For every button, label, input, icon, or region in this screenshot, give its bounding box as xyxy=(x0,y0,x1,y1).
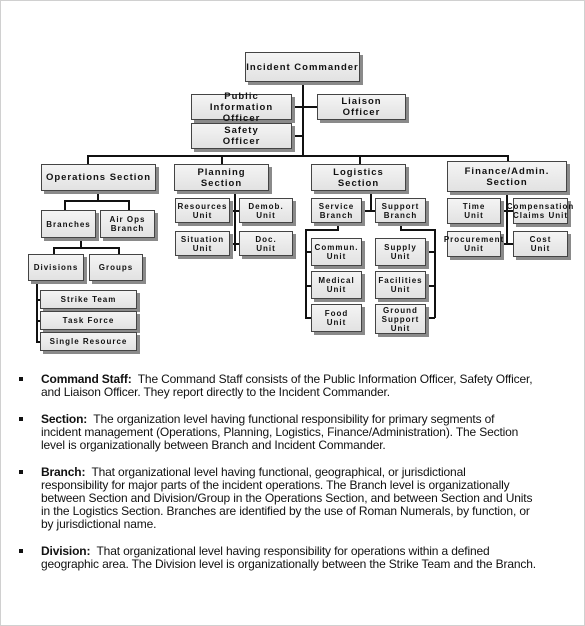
cost-unit-box: Cost Unit xyxy=(513,231,568,257)
connector xyxy=(429,317,435,319)
logistics-section-box: Logistics Section xyxy=(311,164,406,191)
support-branch-box: Support Branch xyxy=(375,198,426,223)
connector xyxy=(429,251,435,253)
commun-unit-box: Commun. Unit xyxy=(311,238,362,266)
bullet-icon xyxy=(19,549,23,553)
supply-unit-box: Supply Unit xyxy=(375,238,426,266)
service-branch-box: Service Branch xyxy=(311,198,362,223)
food-unit-box: Food Unit xyxy=(311,304,362,332)
connector xyxy=(359,155,361,164)
air-ops-branch-box: Air Ops Branch xyxy=(100,210,155,238)
connector xyxy=(363,210,375,212)
finance-admin-section-box: Finance/Admin. Section xyxy=(447,161,567,192)
connector xyxy=(53,247,55,254)
safety-officer-box: Safety Officer xyxy=(191,123,292,149)
definition-term: Branch: xyxy=(41,465,86,479)
medical-unit-box: Medical Unit xyxy=(311,271,362,299)
definition-text: That organizational level having functio… xyxy=(41,465,533,531)
document-page: Incident Commander Public Information Of… xyxy=(0,0,585,626)
liaison-officer-box: Liaison Officer xyxy=(317,94,406,120)
connector xyxy=(231,243,239,245)
connector xyxy=(87,155,89,164)
definition-item: Branch: That organizational level having… xyxy=(1,466,585,531)
demob-unit-box: Demob. Unit xyxy=(239,198,293,223)
doc-unit-box: Doc. Unit xyxy=(239,231,293,256)
definition-text: The organization level having functional… xyxy=(41,412,519,452)
connector xyxy=(294,135,303,137)
connector xyxy=(221,155,223,164)
connector xyxy=(305,229,339,231)
facilities-unit-box: Facilities Unit xyxy=(375,271,426,299)
definition-text: That organizational level having respons… xyxy=(41,544,536,571)
task-force-box: Task Force xyxy=(40,311,137,330)
definition-term: Division: xyxy=(41,544,91,558)
connector xyxy=(128,200,130,210)
public-information-officer-box: Public Information Officer xyxy=(191,91,292,124)
branches-box: Branches xyxy=(41,210,96,238)
situation-unit-box: Situation Unit xyxy=(175,231,230,256)
strike-team-box: Strike Team xyxy=(40,290,137,309)
connector xyxy=(234,191,236,251)
bullet-icon xyxy=(19,417,23,421)
definitions-list: Command Staff: The Command Staff consist… xyxy=(1,373,585,585)
connector xyxy=(53,247,120,249)
connector xyxy=(231,210,239,212)
connector xyxy=(36,281,38,343)
bullet-icon xyxy=(19,377,23,381)
connector xyxy=(118,247,120,254)
connector xyxy=(87,155,509,157)
time-unit-box: Time Unit xyxy=(447,198,501,224)
compensation-claims-unit-box: Compensation Claims Unit xyxy=(507,198,573,224)
single-resource-box: Single Resource xyxy=(40,332,137,351)
procurement-unit-box: Procurement Unit xyxy=(444,231,503,257)
resources-unit-box: Resources Unit xyxy=(175,198,230,223)
connector xyxy=(370,191,372,211)
operations-section-box: Operations Section xyxy=(41,164,156,191)
connector xyxy=(302,83,304,157)
connector xyxy=(400,229,436,231)
connector xyxy=(305,229,307,318)
definition-item: Command Staff: The Command Staff consist… xyxy=(1,373,585,399)
planning-section-box: Planning Section xyxy=(174,164,269,191)
definition-item: Division: That organizational level havi… xyxy=(1,545,585,571)
ground-support-unit-box: Ground Support Unit xyxy=(375,304,426,334)
connector xyxy=(64,200,130,202)
definition-term: Command Staff: xyxy=(41,372,132,386)
definition-item: Section: The organization level having f… xyxy=(1,413,585,452)
definition-term: Section: xyxy=(41,412,88,426)
groups-box: Groups xyxy=(89,254,143,281)
bullet-icon xyxy=(19,470,23,474)
connector xyxy=(294,106,318,108)
divisions-box: Divisions xyxy=(28,254,84,281)
incident-commander-box: Incident Commander xyxy=(245,52,360,82)
connector xyxy=(429,285,435,287)
connector xyxy=(64,200,66,210)
connector xyxy=(434,229,436,318)
